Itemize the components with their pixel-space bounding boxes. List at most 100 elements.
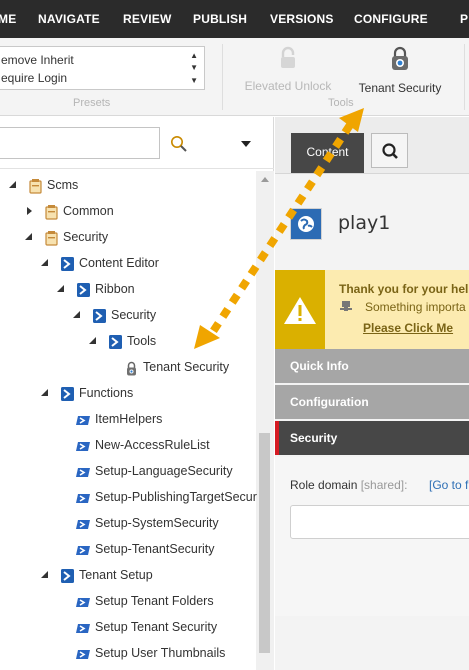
collapse-toggle-icon[interactable]: [88, 328, 98, 354]
tree-node-label: Security: [111, 308, 157, 322]
tree-node-label: Functions: [79, 386, 134, 400]
powershell-script-icon: [76, 411, 91, 427]
tree-node-label: Setup Tenant Security: [95, 620, 218, 634]
ribbon-divider: [464, 44, 465, 110]
tree-node-label: Setup Tenant Folders: [95, 594, 214, 608]
powershell-script-icon: [76, 645, 91, 661]
powershell-script-icon: [76, 541, 91, 557]
divider: [0, 168, 274, 169]
preset-item[interactable]: equire Login: [1, 71, 67, 85]
warning-notice: Thank you for your hel Something importa…: [275, 270, 469, 349]
tree-node-label: Setup-TenantSecurity: [95, 542, 215, 556]
editor-content: play1 Thank you for your hel Something i…: [275, 173, 469, 670]
content-tree-pane: Scms Common Security Content Editor Ribbon Se…: [0, 117, 274, 670]
scroll-down-icon[interactable]: ▼: [190, 63, 198, 72]
globe-icon: [291, 209, 321, 239]
tree-node-label: Common: [63, 204, 114, 218]
shared-tag: [shared]:: [360, 478, 408, 492]
powershell-script-icon: [76, 489, 91, 505]
tree-scrollbar-thumb[interactable]: [259, 433, 270, 653]
scroll-up-icon[interactable]: [261, 177, 269, 182]
item-icon: [290, 208, 322, 240]
role-domain-label: Role domain [shared]:: [290, 478, 407, 492]
menu-navigate[interactable]: NAVIGATE: [38, 0, 100, 38]
powershell-script-icon: [76, 463, 91, 479]
warning-icon: [275, 270, 325, 349]
collapse-toggle-icon[interactable]: [40, 562, 50, 588]
folder-icon: [44, 203, 59, 220]
search-tab-button[interactable]: [371, 133, 408, 168]
folder-icon: [28, 177, 43, 194]
menu-publish[interactable]: PUBLISH: [193, 0, 247, 38]
search-icon[interactable]: [168, 133, 190, 155]
role-domain-field[interactable]: [290, 505, 469, 539]
section-quick-info[interactable]: Quick Info: [275, 349, 469, 383]
robot-icon: [339, 299, 353, 316]
powershell-module-icon: [76, 281, 91, 297]
tree-node-label: Tools: [127, 334, 157, 348]
scroll-up-icon[interactable]: ▲: [190, 51, 198, 60]
section-configuration[interactable]: Configuration: [275, 385, 469, 419]
elevated-unlock-label: Elevated Unlock: [244, 79, 332, 93]
tree-node-label: Scms: [47, 178, 79, 192]
tenant-security-label: Tenant Security: [358, 81, 442, 95]
collapse-toggle-icon[interactable]: [40, 250, 50, 276]
menu-versions[interactable]: VERSIONS: [270, 0, 334, 38]
elevated-unlock-button[interactable]: Elevated Unlock: [242, 46, 334, 93]
secured-lock-icon: [352, 46, 448, 75]
tree-node-label: New-AccessRuleList: [95, 438, 210, 452]
presets-listbox[interactable]: emove Inherit equire Login ▲ ▼ ▼: [0, 46, 205, 90]
tab-content[interactable]: Content: [291, 133, 364, 173]
expand-icon[interactable]: ▼: [190, 76, 198, 85]
search-options-dropdown-icon[interactable]: [241, 141, 251, 147]
powershell-module-icon: [92, 307, 107, 323]
tree-search-input[interactable]: [0, 127, 160, 159]
tools-group-label: Tools: [328, 97, 354, 109]
collapse-toggle-icon[interactable]: [56, 276, 66, 302]
notice-message: Something importa: [365, 300, 466, 314]
top-menu-bar: ME NAVIGATE REVIEW PUBLISH VERSIONS CONF…: [0, 0, 469, 38]
powershell-module-icon: [60, 385, 75, 401]
tree-node-label: Setup-SystemSecurity: [95, 516, 219, 530]
notice-heading: Thank you for your hel: [339, 282, 469, 296]
tree-node-label: Setup User Thumbnails: [95, 646, 226, 660]
ribbon-divider: [222, 44, 223, 110]
search-icon: [382, 143, 398, 159]
tree-node-label: ItemHelpers: [95, 412, 163, 426]
preset-item[interactable]: emove Inherit: [1, 53, 74, 67]
powershell-module-icon: [60, 567, 75, 583]
content-editor-pane: Content play1 Thank you for your hel Som…: [275, 117, 469, 670]
powershell-script-icon: [76, 437, 91, 453]
lock-icon: [242, 46, 334, 73]
powershell-script-icon: [76, 515, 91, 531]
collapse-toggle-icon[interactable]: [24, 224, 34, 250]
powershell-module-icon: [60, 255, 75, 271]
collapse-toggle-icon[interactable]: [72, 302, 82, 328]
item-title: play1: [338, 212, 391, 234]
go-to-link[interactable]: [Go to f: [429, 478, 468, 492]
tree-node-label: Ribbon: [95, 282, 135, 296]
lock-icon: [124, 359, 139, 376]
collapse-toggle-icon[interactable]: [40, 380, 50, 406]
notice-link[interactable]: Please Click Me: [363, 321, 453, 335]
role-domain-text: Role domain: [290, 478, 358, 492]
collapse-toggle-icon[interactable]: [8, 172, 18, 198]
tree-node-label: Tenant Security: [143, 360, 230, 374]
expand-toggle-icon[interactable]: [24, 198, 34, 224]
tree-node-label: Setup-PublishingTargetSecur: [95, 490, 257, 504]
tree-node-label: Content Editor: [79, 256, 159, 270]
menu-more[interactable]: P: [460, 0, 468, 38]
ribbon: emove Inherit equire Login ▲ ▼ ▼ Presets…: [0, 38, 469, 116]
menu-home[interactable]: ME: [0, 0, 16, 38]
menu-review[interactable]: REVIEW: [123, 0, 172, 38]
menu-configure[interactable]: CONFIGURE: [354, 0, 428, 38]
tree-search-field[interactable]: [0, 128, 159, 158]
folder-icon: [44, 229, 59, 246]
presets-group-label: Presets: [73, 97, 111, 109]
security-fields: Role domain [shared]: [Go to f: [275, 457, 469, 616]
section-security[interactable]: Security: [275, 421, 469, 455]
tree-node-label: Setup-LanguageSecurity: [95, 464, 233, 478]
powershell-script-icon: [76, 619, 91, 635]
tenant-security-button[interactable]: Tenant Security: [352, 46, 448, 95]
powershell-script-icon: [76, 593, 91, 609]
